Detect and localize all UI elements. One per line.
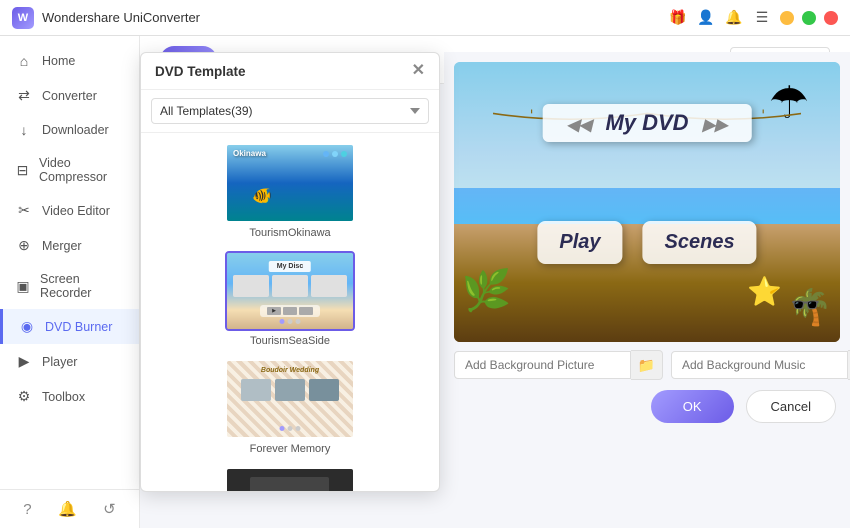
sidebar-label-player: Player — [42, 355, 77, 369]
sidebar-item-downloader[interactable]: ↓ Downloader — [0, 113, 139, 147]
sidebar-item-video-editor[interactable]: ✂ Video Editor — [0, 193, 139, 228]
dvd-title-banner: ◀◀ My DVD ▶▶ — [543, 104, 752, 142]
sidebar-label-home: Home — [42, 54, 75, 68]
home-icon: ⌂ — [16, 53, 32, 69]
dvd-burner-icon: ◉ — [19, 318, 35, 335]
close-button[interactable] — [824, 11, 838, 25]
content-area: 📄 ▾ 💿 ▾ Burn video to: DVD Folder DVD Di… — [140, 36, 850, 528]
sidebar-label-video-editor: Video Editor — [42, 204, 110, 218]
template-label-okinawa: TourismOkinawa — [249, 227, 330, 239]
forever-title-text: Boudoir Wedding — [261, 367, 319, 374]
seaside-banner: My Disc — [269, 261, 311, 272]
template-item-forever[interactable]: Boudoir Wedding — [151, 359, 429, 455]
app-logo: W — [12, 7, 34, 29]
sidebar-label-toolbox: Toolbox — [42, 390, 85, 404]
sidebar-item-dvd-burner[interactable]: ◉ DVD Burner — [0, 309, 139, 344]
seaside-controls — [280, 319, 301, 324]
sunglasses-decoration: 🕶️ — [791, 291, 821, 320]
preview-footer: 📁 📁 — [454, 350, 840, 380]
sidebar-label-screen-recorder: Screen Recorder — [40, 272, 123, 300]
dvd-template-panel: DVD Template ✕ All Templates(39) Travel … — [140, 52, 440, 492]
ok-button[interactable]: OK — [651, 390, 734, 423]
sidebar-item-converter[interactable]: ⇄ Converter — [0, 78, 139, 113]
bg-music-input[interactable] — [671, 351, 848, 379]
starfish-decoration: ⭐ — [747, 275, 782, 308]
downloader-icon: ↓ — [16, 122, 32, 138]
forever-photos — [241, 379, 339, 401]
dvd-scenes-button[interactable]: Scenes — [643, 221, 757, 264]
menu-icon[interactable]: ☰ — [752, 8, 772, 28]
template-item-seaside[interactable]: My Disc ▶ — [151, 251, 429, 347]
feedback-icon[interactable]: ↺ — [103, 500, 116, 518]
sidebar-item-screen-recorder[interactable]: ▣ Screen Recorder — [0, 263, 139, 309]
sidebar-label-merger: Merger — [42, 239, 82, 253]
template-filter-select[interactable]: All Templates(39) Travel Wedding Holiday — [151, 98, 429, 124]
converter-icon: ⇄ — [16, 87, 32, 104]
app-title: Wondershare UniConverter — [42, 10, 200, 25]
okinawa-banner-text: Okinawa — [233, 149, 266, 158]
bg-picture-wrap: 📁 — [454, 350, 663, 380]
gift-icon[interactable]: 🎁 — [668, 8, 688, 28]
template-thumb-happiness: Boudoir Weddings — [225, 467, 355, 491]
dvd-preview-content: ☂ ◀◀ My DVD ▶▶ Play — [454, 62, 840, 342]
plant-left-decoration: 🌿 — [462, 267, 512, 314]
dvd-preview-image: ☂ ◀◀ My DVD ▶▶ Play — [454, 62, 840, 342]
bg-music-wrap: 📁 — [671, 350, 850, 380]
sidebar-label-converter: Converter — [42, 89, 97, 103]
merger-icon: ⊕ — [16, 237, 32, 254]
panel-title: DVD Template — [155, 64, 246, 79]
dvd-play-button[interactable]: Play — [537, 221, 622, 264]
bell-icon[interactable]: 🔔 — [724, 8, 744, 28]
help-icon[interactable]: ? — [23, 501, 31, 518]
okinawa-controls — [323, 151, 347, 157]
template-thumb-seaside: My Disc ▶ — [225, 251, 355, 331]
cancel-button[interactable]: Cancel — [746, 390, 836, 423]
bg-picture-input[interactable] — [454, 351, 631, 379]
panel-close-button[interactable]: ✕ — [412, 63, 425, 79]
video-compressor-icon: ⊟ — [16, 162, 29, 179]
titlebar-left: W Wondershare UniConverter — [12, 7, 200, 29]
sidebar-item-player[interactable]: ▶ Player — [0, 344, 139, 379]
titlebar-right: 🎁 👤 🔔 ☰ — [668, 8, 838, 28]
screen-recorder-icon: ▣ — [16, 278, 30, 295]
template-label-forever: Forever Memory — [250, 443, 331, 455]
play-scenes-row: Play Scenes — [537, 221, 756, 264]
preview-panel: ☂ ◀◀ My DVD ▶▶ Play — [444, 52, 850, 528]
sidebar-item-video-compressor[interactable]: ⊟ Video Compressor — [0, 147, 139, 193]
player-icon: ▶ — [16, 353, 32, 370]
sidebar-item-merger[interactable]: ⊕ Merger — [0, 228, 139, 263]
sidebar-label-dvd-burner: DVD Burner — [45, 320, 112, 334]
sidebar-item-home[interactable]: ⌂ Home — [0, 44, 139, 78]
minimize-button[interactable] — [780, 11, 794, 25]
main-layout: ⌂ Home ⇄ Converter ↓ Downloader ⊟ Video … — [0, 36, 850, 528]
happiness-photo-grid — [250, 477, 330, 491]
bg-picture-folder-button[interactable]: 📁 — [631, 350, 663, 380]
sidebar-label-video-compressor: Video Compressor — [39, 156, 123, 184]
template-item-happiness[interactable]: Boudoir Weddings Happiness — [151, 467, 429, 491]
forever-dots — [280, 426, 301, 431]
footer-actions: OK Cancel — [454, 390, 840, 423]
sidebar-label-downloader: Downloader — [42, 123, 109, 137]
template-label-seaside: TourismSeaSide — [250, 335, 330, 347]
panel-header: DVD Template ✕ — [141, 53, 439, 90]
panel-filter: All Templates(39) Travel Wedding Holiday — [141, 90, 439, 133]
okinawa-fish: 🐠 — [252, 186, 272, 206]
sidebar-item-toolbox[interactable]: ⚙ Toolbox — [0, 379, 139, 414]
user-icon[interactable]: 👤 — [696, 8, 716, 28]
maximize-button[interactable] — [802, 11, 816, 25]
templates-list: Okinawa 🐠 TourismOkinawa — [141, 133, 439, 491]
template-thumb-forever: Boudoir Wedding — [225, 359, 355, 439]
sidebar-bottom: ? 🔔 ↺ — [0, 489, 139, 528]
template-item-okinawa[interactable]: Okinawa 🐠 TourismOkinawa — [151, 143, 429, 239]
template-thumb-okinawa: Okinawa 🐠 — [225, 143, 355, 223]
toolbox-icon: ⚙ — [16, 388, 32, 405]
video-editor-icon: ✂ — [16, 202, 32, 219]
titlebar: W Wondershare UniConverter 🎁 👤 🔔 ☰ — [0, 0, 850, 36]
notification-icon[interactable]: 🔔 — [58, 500, 77, 518]
sidebar: ⌂ Home ⇄ Converter ↓ Downloader ⊟ Video … — [0, 36, 140, 528]
